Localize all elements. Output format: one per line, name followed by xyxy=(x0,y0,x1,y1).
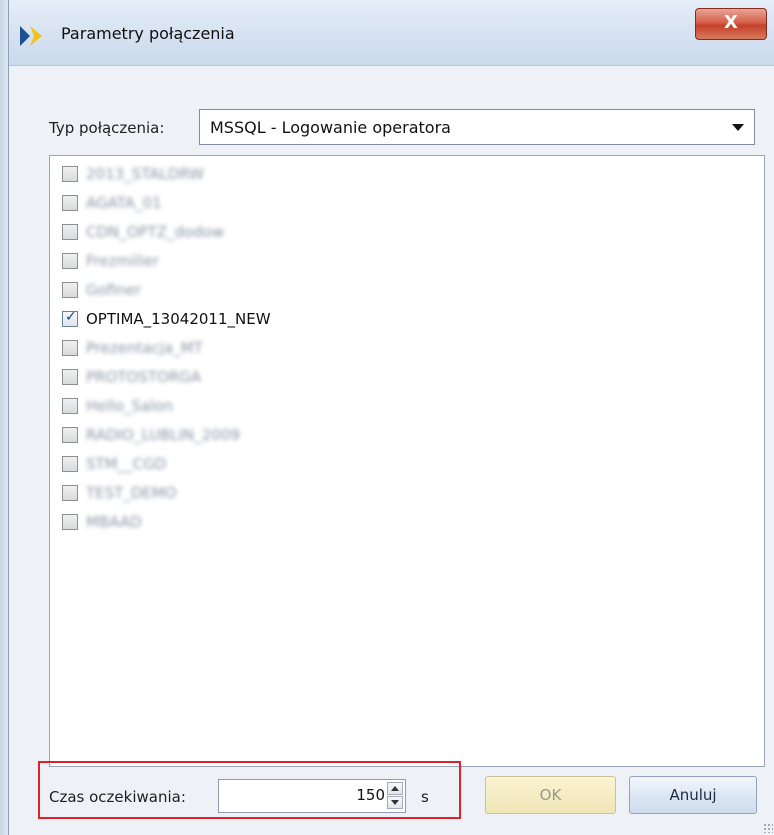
database-checkbox[interactable] xyxy=(62,398,78,414)
database-name: Hello_Salon xyxy=(86,397,174,415)
title-bar[interactable]: Parametry połączenia X xyxy=(9,0,774,66)
timeout-spinner[interactable] xyxy=(387,782,403,810)
list-item[interactable]: TEST_DEMO xyxy=(62,483,662,503)
timeout-input[interactable]: 150 xyxy=(218,779,406,813)
database-checkbox[interactable] xyxy=(62,253,78,269)
background-window-edge xyxy=(0,0,8,835)
chevron-down-icon[interactable] xyxy=(732,124,744,131)
database-name: STM__CGD xyxy=(86,455,167,473)
timeout-unit: s xyxy=(421,788,429,806)
database-name: PROTOSTORGA xyxy=(86,368,202,386)
database-checkbox[interactable] xyxy=(62,282,78,298)
connection-type-value: MSSQL - Logowanie operatora xyxy=(210,118,451,137)
timeout-label: Czas oczekiwania: xyxy=(49,788,186,806)
database-name: TEST_DEMO xyxy=(86,484,177,502)
list-item[interactable]: STM__CGD xyxy=(62,454,662,474)
database-checkbox[interactable] xyxy=(62,340,78,356)
list-item[interactable]: 2013_STALDRW xyxy=(62,164,662,184)
spin-up-button[interactable] xyxy=(387,782,403,795)
list-item[interactable]: PROTOSTORGA xyxy=(62,367,662,387)
list-item[interactable]: OPTIMA_13042011_NEW xyxy=(62,309,662,329)
database-checkbox[interactable] xyxy=(62,309,78,327)
database-name: 2013_STALDRW xyxy=(86,165,205,183)
list-item[interactable]: RADIO_LUBLIN_2009 xyxy=(62,425,662,445)
list-item[interactable]: Gofiner xyxy=(62,280,662,300)
database-checkbox[interactable] xyxy=(62,514,78,530)
database-name: CDN_OPTZ_dodow xyxy=(86,223,225,241)
resize-grip-icon[interactable] xyxy=(763,823,773,833)
database-name: Prezentacja_MT xyxy=(86,339,203,357)
app-logo-icon xyxy=(20,26,42,46)
database-checkbox[interactable] xyxy=(62,195,78,211)
dialog-title: Parametry połączenia xyxy=(61,24,235,43)
ok-button[interactable]: OK xyxy=(485,776,616,814)
spin-down-button[interactable] xyxy=(387,796,403,809)
connection-type-select[interactable]: MSSQL - Logowanie operatora xyxy=(199,109,755,145)
list-item[interactable]: Prezentacja_MT xyxy=(62,338,662,358)
list-item[interactable]: CDN_OPTZ_dodow xyxy=(62,222,662,242)
database-name: OPTIMA_13042011_NEW xyxy=(86,310,271,328)
database-list[interactable]: 2013_STALDRW AGATA_01 CDN_OPTZ_dodow Frezmi… xyxy=(49,155,765,767)
connection-type-label: Typ połączenia: xyxy=(49,119,165,137)
list-item[interactable]: Frezmiller xyxy=(62,251,662,271)
database-checkbox[interactable] xyxy=(62,166,78,182)
timeout-value: 150 xyxy=(356,786,385,804)
database-name: Gofiner xyxy=(86,281,142,299)
database-checkbox[interactable] xyxy=(62,224,78,240)
database-checkbox[interactable] xyxy=(62,427,78,443)
database-checkbox[interactable] xyxy=(62,485,78,501)
arrow-down-icon xyxy=(391,800,399,805)
database-checkbox[interactable] xyxy=(62,369,78,385)
cancel-button[interactable]: Anuluj xyxy=(629,776,757,814)
close-button[interactable]: X xyxy=(695,8,767,40)
connection-parameters-dialog: Parametry połączenia X Typ połączenia: M… xyxy=(8,0,774,835)
database-name: Frezmiller xyxy=(86,252,159,270)
dialog-body: Typ połączenia: MSSQL - Logowanie operat… xyxy=(9,66,774,835)
arrow-up-icon xyxy=(391,786,399,791)
database-name: MBAAD xyxy=(86,513,142,531)
database-name: AGATA_01 xyxy=(86,194,162,212)
list-item[interactable]: Hello_Salon xyxy=(62,396,662,416)
database-name: RADIO_LUBLIN_2009 xyxy=(86,426,240,444)
database-checkbox[interactable] xyxy=(62,456,78,472)
list-item[interactable]: MBAAD xyxy=(62,512,662,532)
list-item[interactable]: AGATA_01 xyxy=(62,193,662,213)
